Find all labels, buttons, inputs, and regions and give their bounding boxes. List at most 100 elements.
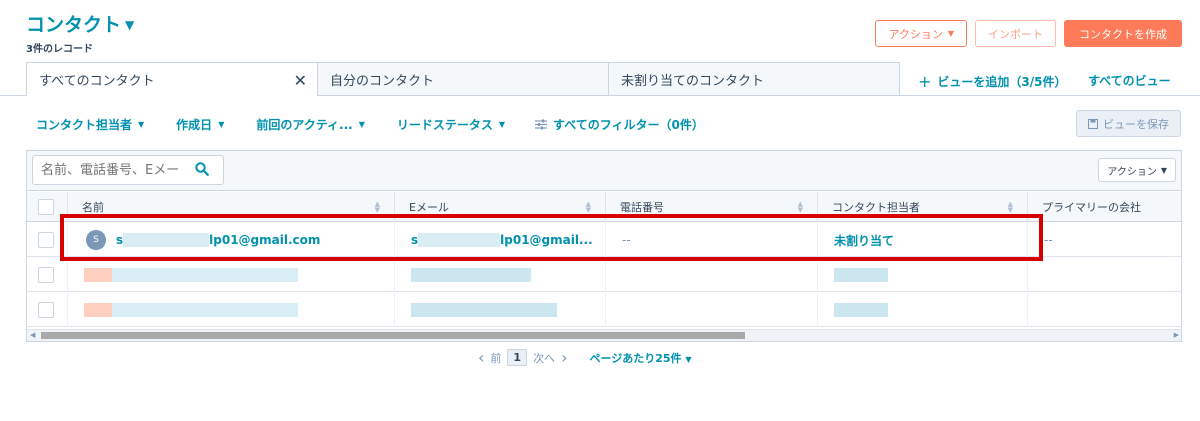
cell-phone [605, 293, 817, 327]
filter-label: リードステータス [396, 118, 493, 132]
table-actions-label: アクション [1107, 166, 1157, 178]
redacted-block [112, 268, 298, 282]
next-page-button[interactable]: 次へ [533, 350, 555, 366]
tab-all-contacts[interactable]: すべてのコンタクト ✕ [26, 62, 318, 97]
horizontal-scrollbar[interactable]: ◀ ▶ [27, 329, 1181, 341]
column-header-company[interactable]: プライマリーの会社 [1027, 192, 1181, 222]
filter-label: コンタクト担当者 [36, 118, 133, 132]
actions-button[interactable]: アクション ▼ [875, 20, 967, 47]
prev-page-button[interactable]: 前 [490, 350, 501, 366]
current-page[interactable]: 1 [507, 349, 528, 366]
sort-icon[interactable]: ▲ ▼ [1008, 201, 1013, 214]
redacted-block [84, 303, 112, 317]
cell-company [1027, 293, 1181, 327]
filter-bar: コンタクト担当者 ▼ 作成日 ▼ 前回のアクティ... ▼ リードステータス ▼… [36, 116, 704, 133]
chevron-down-icon: ▼ [138, 120, 145, 129]
all-filters-button[interactable]: すべてのフィルター（0件） [535, 116, 704, 133]
column-header-label: プライマリーの会社 [1042, 201, 1141, 214]
create-contact-button-label: コンタクトを作成 [1079, 27, 1167, 41]
cell-phone [605, 258, 817, 292]
name-end: lp01@gmail.com [209, 232, 321, 247]
redacted-block [411, 303, 557, 317]
cell-name: S s lp01@gmail.com [67, 223, 394, 257]
cell-phone: -- [605, 223, 817, 257]
sort-icon[interactable]: ▲ ▼ [586, 201, 591, 214]
actions-button-label: アクション [888, 27, 943, 41]
tab-my-contacts[interactable]: 自分のコンタクト [317, 62, 609, 96]
cell-email: s lp01@gmail... [394, 223, 605, 257]
add-view-label: ビューを追加（3/5件） [937, 75, 1067, 89]
column-header-owner[interactable]: コンタクト担当者 ▲ ▼ [817, 192, 1027, 222]
filter-label: 作成日 [176, 118, 213, 132]
select-all-checkbox[interactable] [38, 199, 54, 215]
cell-name [67, 258, 394, 292]
contact-name-link[interactable]: s lp01@gmail.com [116, 233, 320, 248]
chevron-down-icon[interactable]: ▼ [125, 18, 134, 32]
filter-lead-status[interactable]: リードステータス ▼ [397, 116, 505, 133]
table-row[interactable] [27, 293, 1181, 327]
sort-icon[interactable]: ▲ ▼ [798, 201, 803, 214]
column-header-name[interactable]: 名前 ▲ ▼ [67, 192, 394, 222]
column-header-phone[interactable]: 電話番号 ▲ ▼ [605, 192, 817, 222]
filter-last-activity[interactable]: 前回のアクティ... ▼ [256, 116, 365, 133]
column-header-label: 名前 [82, 201, 104, 214]
cell-email [394, 258, 605, 292]
redacted-block [418, 233, 501, 248]
row-checkbox[interactable] [38, 267, 54, 283]
tab-label: 未割り当てのコンタクト [621, 73, 765, 89]
avatar: S [86, 230, 106, 250]
filter-label: すべてのフィルター（0件） [553, 118, 704, 132]
redacted-block [84, 268, 112, 282]
save-view-button[interactable]: ビューを保存 [1076, 110, 1181, 137]
owner-link[interactable]: 未割り当て [834, 232, 894, 249]
scroll-right-icon[interactable]: ▶ [1174, 331, 1179, 339]
chevron-down-icon: ▼ [1160, 165, 1167, 175]
page-title[interactable]: コンタクト ▼ [26, 10, 134, 37]
table-toolbar: アクション ▼ [27, 151, 1181, 191]
top-actions: アクション ▼ インポート コンタクトを作成 [875, 20, 1182, 47]
scroll-left-icon[interactable]: ◀ [30, 331, 35, 339]
record-count: 3件のレコード [26, 44, 93, 55]
search-icon[interactable] [195, 162, 209, 176]
chevron-left-icon[interactable]: ‹ [478, 348, 484, 367]
scrollbar-thumb[interactable] [41, 332, 745, 339]
per-page-label: ページあたり25件 [589, 351, 682, 365]
all-views-link[interactable]: すべてのビュー [1088, 72, 1171, 89]
column-header-email[interactable]: Eメール ▲ ▼ [394, 192, 605, 222]
close-icon[interactable]: ✕ [294, 71, 307, 90]
add-view-button[interactable]: + ビューを追加（3/5件） [918, 72, 1067, 91]
name-start: s [116, 232, 124, 247]
chevron-down-icon: ▼ [947, 29, 954, 38]
redacted-block [112, 303, 298, 317]
cell-company: -- [1027, 223, 1181, 257]
redacted-block [123, 233, 210, 248]
sort-icon[interactable]: ▲ ▼ [375, 201, 380, 214]
save-view-label: ビューを保存 [1103, 117, 1169, 131]
cell-owner: 未割り当て [817, 223, 1027, 257]
per-page-selector[interactable]: ページあたり25件 ▼ [589, 350, 691, 366]
table-row[interactable]: S s lp01@gmail.com s lp01@gmail... -- 未割り当… [27, 223, 1181, 257]
email-start: s [411, 232, 419, 247]
table-row[interactable] [27, 258, 1181, 292]
chevron-right-icon[interactable]: › [561, 348, 567, 367]
row-checkbox[interactable] [38, 302, 54, 318]
cell-owner [817, 258, 1027, 292]
import-button[interactable]: インポート [975, 20, 1056, 47]
email-link[interactable]: s lp01@gmail... [411, 233, 593, 248]
import-button-label: インポート [988, 27, 1043, 41]
tab-label: すべてのコンタクト [39, 74, 155, 89]
chevron-down-icon: ▼ [498, 120, 506, 129]
page-header: コンタクト ▼ 3件のレコード [26, 10, 134, 55]
cell-company [1027, 258, 1181, 292]
column-header-label: Eメール [409, 201, 449, 214]
chevron-down-icon: ▼ [358, 120, 365, 129]
tab-unassigned-contacts[interactable]: 未割り当てのコンタクト [608, 62, 900, 96]
table-actions-button[interactable]: アクション ▼ [1098, 158, 1176, 182]
contacts-table: アクション ▼ 名前 ▲▼ Eメール ▲▼ 電話番号 ▲▼ コンタクト担当者 ▲… [26, 150, 1182, 342]
row-checkbox[interactable] [38, 232, 54, 248]
redacted-block [834, 268, 888, 282]
filter-contact-owner[interactable]: コンタクト担当者 ▼ [36, 116, 144, 133]
filter-create-date[interactable]: 作成日 ▼ [176, 116, 224, 133]
filter-label: 前回のアクティ... [256, 118, 353, 132]
create-contact-button[interactable]: コンタクトを作成 [1064, 20, 1182, 47]
